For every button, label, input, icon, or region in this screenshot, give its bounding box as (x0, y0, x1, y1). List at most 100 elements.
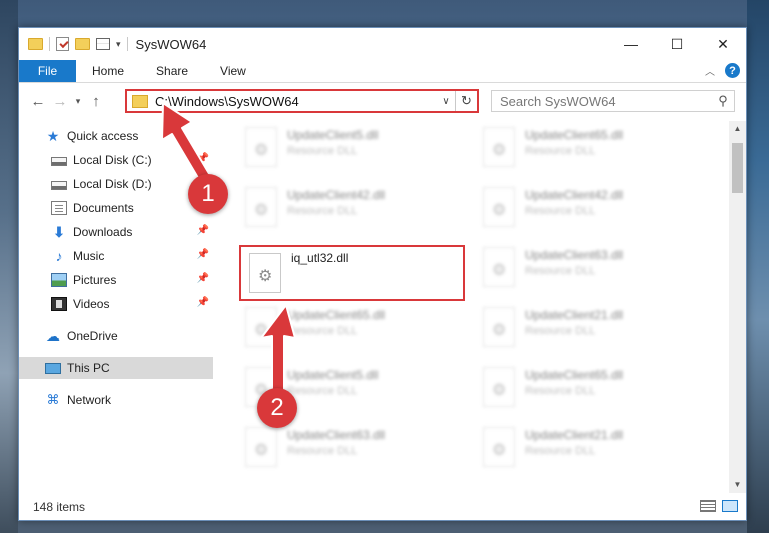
network-icon: ⌘ (46, 392, 60, 407)
vertical-scrollbar[interactable]: ▲ ▼ (729, 121, 746, 493)
search-box[interactable]: ⚲ (491, 90, 735, 112)
address-path[interactable]: C:\Windows\SysWOW64 (155, 94, 437, 109)
status-bar: 148 items (19, 494, 746, 520)
pin-icon[interactable]: 📌 (197, 249, 209, 260)
sidebar-item-label: Music (73, 249, 105, 263)
new-folder-icon[interactable] (75, 38, 90, 50)
target-file-highlight-box (239, 245, 465, 301)
file-type: Resource DLL (287, 325, 358, 337)
pin-icon[interactable]: 📌 (197, 225, 209, 236)
maximize-button[interactable]: ☐ (654, 28, 700, 60)
address-dropdown-icon[interactable]: ∨ (437, 96, 455, 107)
pin-icon[interactable]: 📌 (197, 153, 209, 164)
sidebar-item-local-disk-c[interactable]: Local Disk (C:) 📌 (19, 149, 213, 171)
details-view-icon[interactable] (700, 500, 716, 512)
address-bar[interactable]: C:\Windows\SysWOW64 ∨ ↻ (125, 89, 479, 113)
title-bar: ▾ SysWOW64 — ☐ ✕ (19, 28, 746, 60)
sidebar-item-downloads[interactable]: ⬇ Downloads 📌 (19, 221, 213, 243)
tab-file[interactable]: File (19, 60, 76, 82)
dll-file-icon (483, 307, 515, 347)
file-tile[interactable]: UpdateClient5.dll Resource DLL (239, 121, 469, 175)
sidebar-item-label: Local Disk (C:) (73, 153, 152, 167)
window-controls: — ☐ ✕ (608, 28, 746, 60)
file-tile[interactable]: UpdateClient42.dll Resource DLL (239, 181, 469, 235)
minimize-button[interactable]: — (608, 28, 654, 60)
tab-home[interactable]: Home (76, 60, 140, 82)
folder-icon (132, 94, 148, 108)
scroll-down-arrow-icon[interactable]: ▼ (729, 477, 746, 493)
step-2-badge: 2 (257, 388, 297, 428)
desktop-wallpaper-right (747, 0, 769, 533)
sidebar-item-onedrive[interactable]: ☁ OneDrive (19, 325, 213, 347)
sidebar-item-label: Downloads (73, 225, 133, 239)
file-tile[interactable]: UpdateClient42.dll Resource DLL (477, 181, 707, 235)
expand-ribbon-chevron-icon[interactable]: ︿ (705, 63, 715, 78)
customize-toolbar-icon[interactable] (96, 38, 110, 50)
folder-icon (28, 38, 43, 50)
sidebar-item-videos[interactable]: Videos 📌 (19, 293, 213, 315)
file-name: UpdateClient63.dll (287, 428, 386, 442)
sidebar-item-pictures[interactable]: Pictures 📌 (19, 269, 213, 291)
file-name: UpdateClient65.dll (525, 368, 624, 382)
file-tile[interactable]: UpdateClient65.dll Resource DLL (239, 301, 469, 355)
dll-file-icon (483, 127, 515, 167)
ribbon-tabs: File Home Share View ︿ ? (19, 60, 746, 83)
sidebar-item-label: Network (67, 393, 112, 407)
file-tile[interactable]: UpdateClient65.dll Resource DLL (477, 361, 707, 415)
sidebar-item-this-pc[interactable]: This PC (19, 357, 213, 379)
refresh-icon[interactable]: ↻ (455, 91, 477, 111)
toolbar-divider (126, 37, 128, 51)
sidebar-item-label: Documents (73, 201, 134, 215)
file-name: UpdateClient42.dll (287, 188, 386, 202)
videos-icon (51, 297, 67, 311)
scroll-up-arrow-icon[interactable]: ▲ (729, 121, 746, 137)
toolbar-dropdown-icon[interactable]: ▾ (116, 39, 121, 50)
sidebar-item-music[interactable]: ♪ Music 📌 (19, 245, 213, 267)
pin-icon[interactable]: 📌 (197, 273, 209, 284)
ribbon-right-controls: ︿ ? (705, 63, 740, 78)
pin-icon[interactable]: 📌 (197, 297, 209, 308)
drive-icon (51, 180, 67, 190)
file-type: Resource DLL (287, 385, 358, 397)
file-type: Resource DLL (525, 385, 596, 397)
sidebar-item-quick-access[interactable]: ★ Quick access (19, 125, 213, 147)
sidebar-item-network[interactable]: ⌘ Network (19, 389, 213, 411)
tab-view[interactable]: View (204, 60, 262, 82)
help-icon[interactable]: ? (725, 63, 740, 78)
view-toggle (700, 500, 738, 512)
file-name: UpdateClient63.dll (525, 248, 624, 262)
sidebar-item-label: Quick access (67, 129, 139, 143)
file-name: UpdateClient5.dll (287, 128, 379, 142)
file-name: UpdateClient42.dll (525, 188, 624, 202)
file-type: Resource DLL (525, 445, 596, 457)
file-name: UpdateClient65.dll (287, 308, 386, 322)
star-icon: ★ (46, 128, 60, 144)
step-1-badge: 1 (188, 174, 228, 214)
dll-file-icon (483, 367, 515, 407)
file-tile[interactable]: UpdateClient63.dll Resource DLL (477, 241, 707, 295)
file-tile[interactable]: UpdateClient63.dll Resource DLL (239, 421, 469, 475)
sidebar-item-label: Pictures (73, 273, 117, 287)
back-arrow-icon[interactable]: ← (27, 93, 49, 110)
search-icon[interactable]: ⚲ (712, 93, 734, 109)
sidebar-item-documents[interactable]: Documents 📌 (19, 197, 213, 219)
up-arrow-icon[interactable]: ↑ (85, 93, 107, 110)
sidebar-item-local-disk-d[interactable]: Local Disk (D:) (19, 173, 213, 195)
large-icons-view-icon[interactable] (722, 500, 738, 512)
file-tile[interactable]: UpdateClient21.dll Resource DLL (477, 421, 707, 475)
forward-arrow-icon[interactable]: → (49, 93, 71, 110)
file-tile[interactable]: UpdateClient21.dll Resource DLL (477, 301, 707, 355)
properties-check-icon[interactable] (56, 37, 69, 51)
dll-file-icon (483, 427, 515, 467)
search-input[interactable] (500, 93, 712, 109)
file-list: UpdateClient5.dll Resource DLL UpdateClie… (231, 121, 731, 493)
drive-icon (51, 156, 67, 166)
dll-file-icon (245, 127, 277, 167)
scrollbar-thumb[interactable] (732, 143, 743, 193)
tab-share[interactable]: Share (140, 60, 204, 82)
dll-file-icon (483, 187, 515, 227)
close-button[interactable]: ✕ (700, 28, 746, 60)
file-tile[interactable]: UpdateClient65.dll Resource DLL (477, 121, 707, 175)
file-type: Resource DLL (287, 205, 358, 217)
recent-locations-chevron-icon[interactable]: ▾ (71, 96, 85, 107)
